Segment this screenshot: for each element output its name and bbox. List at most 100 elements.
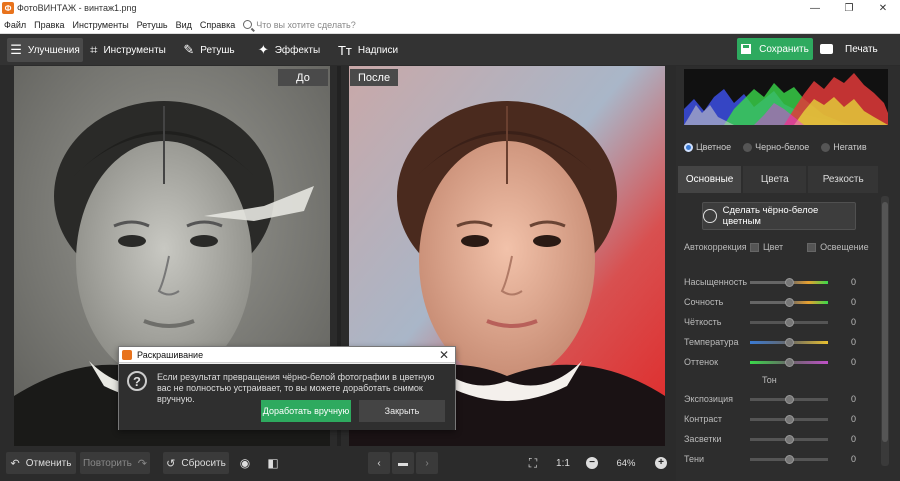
zoom-in-button[interactable]: + (655, 457, 667, 469)
slider-label: Контраст (684, 414, 722, 424)
chevron-right-icon: › (425, 457, 429, 469)
minimize-icon[interactable]: — (798, 0, 832, 16)
slider-knob[interactable] (785, 297, 794, 307)
undo-button[interactable]: ↶ Отменить (6, 452, 76, 474)
fit-to-screen-button[interactable]: ⛶ (522, 452, 544, 474)
slider-knob[interactable] (785, 317, 794, 327)
close-dialog-button[interactable]: Закрыть (359, 400, 445, 422)
menu-bar: Файл Правка Инструменты Ретушь Вид Справ… (0, 16, 900, 34)
menu-tools[interactable]: Инструменты (69, 20, 133, 30)
tab-basic[interactable]: Основные (678, 166, 742, 193)
slider-track[interactable] (750, 337, 828, 347)
slider-knob[interactable] (785, 277, 794, 287)
window-controls: — ❐ ✕ (798, 0, 900, 16)
reset-label: Сбросить (181, 457, 226, 469)
slider-knob[interactable] (785, 434, 794, 444)
open-folder-button[interactable]: ▬ (392, 452, 414, 474)
radio-icon (821, 142, 831, 152)
maximize-icon[interactable]: ❐ (832, 0, 866, 16)
tab-tools[interactable]: ⌗ Инструменты (88, 38, 168, 62)
refine-manually-button[interactable]: Доработать вручную (261, 400, 351, 422)
tab-text[interactable]: Tт Надписи (334, 38, 402, 62)
slider-track[interactable] (750, 357, 828, 367)
save-label: Сохранить (759, 43, 809, 55)
slider-track[interactable] (750, 414, 828, 424)
menu-retouch[interactable]: Ретушь (133, 20, 172, 30)
slider-contrast: Контраст 0 (684, 413, 856, 425)
slider-label: Оттенок (684, 357, 719, 367)
colorize-icon (703, 209, 717, 223)
slider-clarity: Чёткость 0 (684, 316, 856, 328)
slider-knob[interactable] (785, 454, 794, 464)
actual-size-button[interactable]: 1:1 (551, 452, 575, 474)
mode-color-radio[interactable]: Цветное (684, 142, 731, 152)
slider-temperature: Температура 0 (684, 336, 856, 348)
preview-eye-button[interactable]: ◉ (234, 452, 256, 474)
colorization-dialog: Раскрашивание ✕ ? Если результат превращ… (118, 346, 456, 430)
slider-value: 0 (850, 434, 856, 444)
colorize-button[interactable]: Сделать чёрно-белое цветным (702, 202, 856, 230)
tab-effects[interactable]: ✦ Эффекты (254, 38, 324, 62)
slider-knob[interactable] (785, 394, 794, 404)
print-button[interactable]: Печать (820, 38, 880, 60)
mode-label: Черно-белое (755, 142, 810, 152)
reset-button[interactable]: ↺ Сбросить (163, 452, 229, 474)
checkbox-label: Освещение (820, 242, 869, 252)
zoom-level[interactable]: 64% (608, 452, 644, 474)
slider-label: Засветки (684, 434, 722, 444)
slider-track[interactable] (750, 317, 828, 327)
slider-knob[interactable] (785, 357, 794, 367)
autocorr-light-checkbox[interactable] (807, 242, 817, 252)
redo-button[interactable]: Повторить ↷ (80, 452, 150, 474)
slider-label: Чёткость (684, 317, 722, 327)
next-image-button[interactable]: › (416, 452, 438, 474)
close-icon[interactable]: ✕ (439, 348, 449, 362)
brush-icon: ✎ (183, 42, 195, 57)
slider-track[interactable] (750, 434, 828, 444)
tab-sharpness[interactable]: Резкость (808, 166, 878, 193)
autocorr-color-checkbox[interactable] (750, 242, 759, 252)
mode-label: Негатив (833, 142, 867, 152)
before-label: До (278, 69, 328, 86)
slider-value: 0 (850, 357, 856, 367)
slider-track[interactable] (750, 454, 828, 464)
command-search[interactable]: Что вы хотите сделать? (243, 20, 356, 30)
compare-button[interactable]: ◧ (262, 452, 284, 474)
menu-file[interactable]: Файл (0, 20, 30, 30)
autocorrection-label: Автокоррекция (684, 242, 747, 252)
scrollbar-thumb[interactable] (882, 202, 888, 442)
slider-value: 0 (850, 454, 856, 464)
radio-icon (743, 142, 753, 152)
save-button[interactable]: Сохранить (737, 38, 813, 60)
compare-icon: ◧ (267, 456, 279, 470)
tab-retouch[interactable]: ✎ Ретушь (176, 38, 242, 62)
slider-track[interactable] (750, 297, 828, 307)
mode-negative-radio[interactable]: Негатив (821, 142, 867, 152)
tab-label: Улучшения (27, 44, 80, 56)
slider-label: Насыщенность (684, 277, 748, 287)
slider-knob[interactable] (785, 414, 794, 424)
mode-label: Цветное (696, 142, 732, 152)
zoom-out-button[interactable]: − (586, 457, 598, 469)
panel-scrollbar[interactable] (881, 196, 889, 466)
undo-icon: ↶ (10, 457, 20, 470)
radio-selected-icon (684, 142, 693, 152)
app-logo-icon (122, 349, 132, 360)
mode-bw-radio[interactable]: Черно-белое (743, 142, 809, 152)
tab-colors[interactable]: Цвета (743, 166, 807, 193)
tab-enhancements[interactable]: ☰ Улучшения (7, 38, 83, 62)
menu-view[interactable]: Вид (172, 20, 196, 30)
slider-shadows: Тени 0 (684, 453, 856, 465)
slider-track[interactable] (750, 394, 828, 404)
dialog-body: ? Если результат превращения чёрно-белой… (119, 364, 455, 430)
checkbox-label: Цвет (763, 242, 784, 252)
slider-exposure: Экспозиция 0 (684, 393, 856, 405)
slider-value: 0 (850, 317, 856, 327)
slider-knob[interactable] (785, 337, 794, 347)
menu-edit[interactable]: Правка (30, 20, 68, 30)
close-window-icon[interactable]: ✕ (866, 0, 900, 16)
slider-track[interactable] (750, 277, 828, 287)
prev-image-button[interactable]: ‹ (368, 452, 390, 474)
fit-screen-icon: ⛶ (528, 455, 538, 470)
menu-help[interactable]: Справка (196, 20, 239, 30)
